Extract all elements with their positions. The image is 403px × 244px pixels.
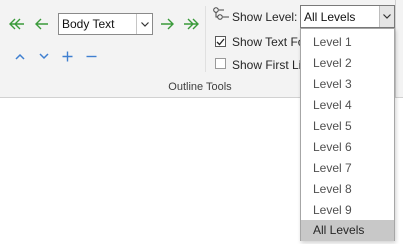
show-first-line-only-checkbox[interactable] xyxy=(215,58,226,69)
dropdown-item-level-6[interactable]: Level 6 xyxy=(301,137,394,158)
chevron-up-icon xyxy=(15,53,25,60)
chevron-down-icon[interactable] xyxy=(136,14,152,34)
promote-button[interactable] xyxy=(32,14,52,34)
show-level-label: Show Level: xyxy=(232,10,298,24)
minus-icon xyxy=(86,55,96,57)
ribbon-edge xyxy=(395,0,403,97)
show-level-icon xyxy=(213,7,229,20)
dropdown-item-level-7[interactable]: Level 7 xyxy=(301,158,394,179)
group-title: Outline Tools xyxy=(168,81,232,93)
outline-level-select[interactable]: Body Text xyxy=(58,13,153,35)
show-text-formatting-checkbox[interactable] xyxy=(215,36,226,47)
arrow-left-icon xyxy=(35,18,48,30)
move-up-button[interactable] xyxy=(10,46,30,66)
show-text-formatting-label: Show Text Fo xyxy=(232,35,305,49)
plus-icon xyxy=(62,51,72,61)
promote-to-heading1-button[interactable] xyxy=(7,14,27,34)
demote-button[interactable] xyxy=(157,14,177,34)
dropdown-item-level-3[interactable]: Level 3 xyxy=(301,74,394,95)
double-arrow-right-icon xyxy=(184,18,199,30)
show-first-line-only-label: Show First Lin xyxy=(232,58,309,72)
outline-level-value: Body Text xyxy=(62,17,115,31)
dropdown-item-level-2[interactable]: Level 2 xyxy=(301,53,394,74)
expand-button[interactable] xyxy=(57,46,77,66)
dropdown-item-level-8[interactable]: Level 8 xyxy=(301,179,394,200)
move-down-button[interactable] xyxy=(34,46,54,66)
double-arrow-left-icon xyxy=(9,18,24,30)
collapse-button[interactable] xyxy=(81,46,101,66)
chevron-down-icon xyxy=(39,52,49,59)
dropdown-item-level-5[interactable]: Level 5 xyxy=(301,116,394,137)
dropdown-item-level-9[interactable]: Level 9 xyxy=(301,200,394,221)
dropdown-item-level-1[interactable]: Level 1 xyxy=(301,32,394,53)
show-level-select[interactable]: All Levels xyxy=(300,5,395,28)
show-level-value: All Levels xyxy=(304,10,356,24)
show-level-dropdown-list: Level 1 Level 2 Level 3 Level 4 Level 5 … xyxy=(300,28,395,241)
arrow-right-icon xyxy=(161,18,174,30)
group-separator xyxy=(205,6,206,72)
chevron-down-icon[interactable] xyxy=(379,6,394,27)
dropdown-item-all-levels[interactable]: All Levels xyxy=(301,220,394,241)
dropdown-item-level-4[interactable]: Level 4 xyxy=(301,95,394,116)
demote-to-body-text-button[interactable] xyxy=(181,14,201,34)
checkmark-icon xyxy=(216,38,225,45)
